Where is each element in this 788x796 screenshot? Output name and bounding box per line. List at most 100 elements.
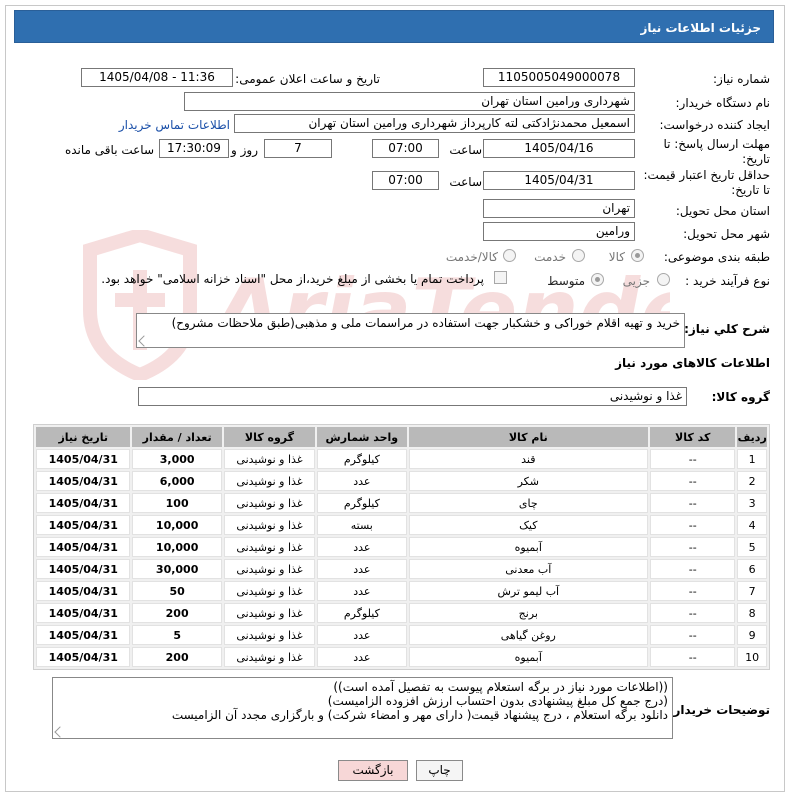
cell-quantity: 6,000 [132,471,222,491]
contact-info-link[interactable]: اطلاعات تماس خریدار [119,118,230,132]
col-row: ردیف [737,427,767,447]
cell-group: غذا و نوشیدنی [223,625,316,645]
cell-quantity: 100 [132,493,222,513]
cell-code: -- [650,647,736,667]
buyer-notes-label: توضیحات خریدار: [668,703,770,717]
table-row: 6 -- آب معدنی عدد غذا و نوشیدنی 30,000 1405/04… [36,559,767,579]
announce-label: تاریخ و ساعت اعلان عمومی: [235,72,380,86]
category-radio-goods[interactable] [631,249,644,262]
cell-unit: کیلوگرم [317,603,407,623]
need-number-field: 1105005049000078 [483,68,635,87]
cell-group: غذا و نوشیدنی [223,515,316,535]
buyer-notes-line: ((اطلاعات مورد نیاز در برگه استعلام پیوس… [333,680,668,694]
payment-checkbox[interactable] [494,271,507,284]
cell-group: غذا و نوشیدنی [223,537,316,557]
cell-date: 1405/04/31 [36,537,131,557]
category-radio-service[interactable] [572,249,585,262]
table-row: 10 -- آبمیوه عدد غذا و نوشیدنی 200 1405/04/31 [36,647,767,667]
col-date: تاریخ نیاز [36,427,131,447]
description-text: خرید و تهیه اقلام خوراکی و خشکبار جهت اس… [171,316,680,330]
cell-group: غذا و نوشیدنی [223,603,316,623]
creator-label: ایجاد کننده درخواست: [659,118,770,132]
cell-name: شکر [408,471,649,491]
deadline-time-field: 07:00 [372,139,439,158]
cell-row: 10 [737,647,767,667]
buyer-notes-textarea: ((اطلاعات مورد نیاز در برگه استعلام پیوس… [52,677,673,739]
cell-name: چای [408,493,649,513]
cell-name: قند [408,449,649,469]
table-row: 1 -- قند کیلوگرم غذا و نوشیدنی 3,000 1405/04/3… [36,449,767,469]
col-unit: واحد شمارش [317,427,407,447]
col-code: کد کالا [650,427,736,447]
cell-row: 3 [737,493,767,513]
remaining-label: ساعت باقی مانده [64,143,154,157]
validity-date-field: 1405/04/31 [483,171,635,190]
cell-group: غذا و نوشیدنی [223,471,316,491]
description-label: شرح كلي نياز: [684,322,770,336]
cell-date: 1405/04/31 [36,471,131,491]
cell-date: 1405/04/31 [36,559,131,579]
cell-unit: کیلوگرم [317,449,407,469]
cell-group: غذا و نوشیدنی [223,449,316,469]
cell-code: -- [650,493,736,513]
deadline-time-label: ساعت [449,143,482,157]
cell-unit: عدد [317,625,407,645]
cell-name: آب لیمو ترش [408,581,649,601]
city-field: ورامین [483,222,635,241]
validity-time-field: 07:00 [372,171,439,190]
province-field: تهران [483,199,635,218]
category-option-goods-service: کالا/خدمت [445,250,498,264]
announce-field: 1405/04/08 - 11:36 [81,68,233,87]
cell-row: 9 [737,625,767,645]
cell-row: 5 [737,537,767,557]
table-row: 5 -- آبمیوه عدد غذا و نوشیدنی 10,000 1405/04/3… [36,537,767,557]
buyer-org-label: نام دستگاه خریدار: [675,96,771,110]
cell-row: 2 [737,471,767,491]
cell-group: غذا و نوشیدنی [223,559,316,579]
cell-unit: عدد [317,537,407,557]
cell-code: -- [650,603,736,623]
process-option-minor: جزیی [622,274,650,288]
buyer-org-field: شهرداری ورامین استان تهران [184,92,635,111]
validity-label-2: تا تاریخ: [731,183,770,197]
cell-group: غذا و نوشیدنی [223,647,316,667]
cell-row: 8 [737,603,767,623]
deadline-label-1: مهلت ارسال پاسخ: تا [663,137,770,151]
col-group: گروه کالا [223,427,316,447]
process-label: نوع فرآیند خرید : [685,274,770,288]
city-label: شهر محل تحویل: [683,227,770,241]
cell-row: 7 [737,581,767,601]
cell-code: -- [650,581,736,601]
table-row: 9 -- روغن گیاهی عدد غذا و نوشیدنی 5 1405/04/31 [36,625,767,645]
table-row: 8 -- برنج کیلوگرم غذا و نوشیدنی 200 1405/04/31 [36,603,767,623]
cell-code: -- [650,471,736,491]
cell-quantity: 200 [132,603,222,623]
category-option-service: خدمت [534,250,566,264]
need-number-label: شماره نیاز: [713,72,770,86]
validity-time-label: ساعت [449,175,482,189]
cell-unit: کیلوگرم [317,493,407,513]
cell-row: 4 [737,515,767,535]
creator-field: اسمعیل محمدنژادکتی لته کارپرداز شهرداری … [234,114,635,133]
cell-code: -- [650,449,736,469]
back-button[interactable]: بازگشت [338,760,408,781]
remaining-time-field: 17:30:09 [159,139,229,158]
cell-group: غذا و نوشیدنی [223,581,316,601]
category-radio-goods-service[interactable] [503,249,516,262]
process-radio-medium[interactable] [591,273,604,286]
cell-code: -- [650,515,736,535]
goods-group-field: غذا و نوشیدنی [138,387,687,406]
buyer-notes-line: (درج جمع کل مبلغ پیشنهادی بدون احتساب ار… [327,694,668,708]
cell-unit: بسته [317,515,407,535]
cell-quantity: 5 [132,625,222,645]
category-option-goods: کالا [608,250,625,264]
cell-date: 1405/04/31 [36,493,131,513]
cell-name: روغن گیاهی [408,625,649,645]
print-button[interactable]: چاپ [416,760,463,781]
process-radio-minor[interactable] [657,273,670,286]
col-name: نام کالا [408,427,649,447]
cell-date: 1405/04/31 [36,603,131,623]
cell-name: برنج [408,603,649,623]
validity-label-1: حداقل تاریخ اعتبار قیمت: [643,168,770,182]
cell-code: -- [650,537,736,557]
